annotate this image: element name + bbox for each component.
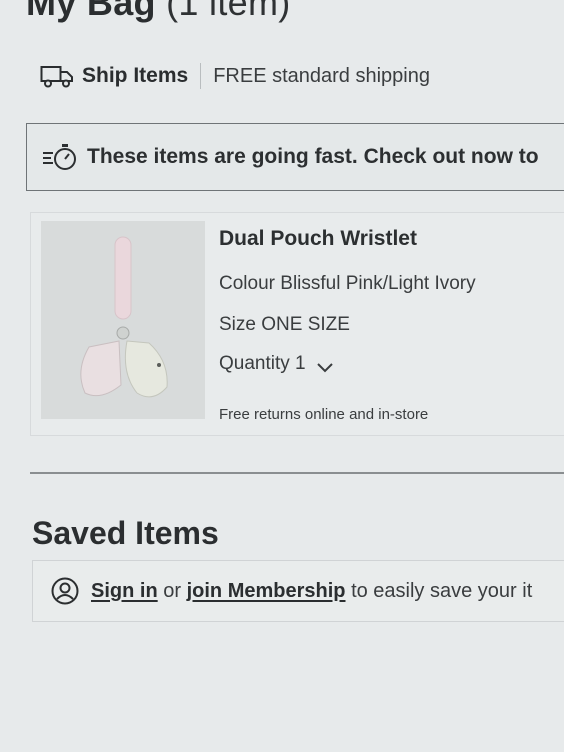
chevron-down-icon[interactable] (316, 358, 334, 373)
quantity-value: 1 (295, 353, 306, 374)
product-size: Size ONE SIZE (219, 314, 350, 336)
truck-icon (40, 64, 74, 88)
page-title: My Bag (1 item) (26, 0, 291, 24)
ship-items-row: Ship Items FREE standard shipping (40, 60, 430, 92)
saved-items-signin: Sign in or join Membership to easily sav… (32, 560, 564, 622)
ship-items-label[interactable]: Ship Items (82, 64, 188, 88)
join-membership-link[interactable]: join Membership (187, 580, 346, 602)
quantity-label: Quantity (219, 353, 290, 374)
colour-value: Blissful Pink/Light Ivory (280, 273, 476, 294)
returns-note: Free returns online and in-store (219, 406, 429, 423)
saved-items-title: Saved Items (32, 515, 219, 551)
signin-suffix: to easily save your it (351, 579, 533, 602)
promo-text: These items are going fast. Check out no… (87, 145, 539, 168)
product-colour: Colour Blissful Pink/Light Ivory (219, 273, 476, 295)
shipping-info: FREE standard shipping (213, 64, 430, 87)
timer-icon (41, 140, 79, 174)
bag-item-card: Dual Pouch Wristlet Colour Blissful Pink… (30, 212, 564, 436)
size-value: ONE SIZE (261, 314, 350, 335)
sign-in-link[interactable]: Sign in (91, 580, 158, 602)
bag-title: My Bag (26, 0, 156, 23)
colour-label: Colour (219, 273, 275, 294)
promo-banner: These items are going fast. Check out no… (26, 123, 564, 191)
ship-separator (200, 63, 202, 89)
signin-message: Sign in or join Membership to easily sav… (91, 580, 532, 603)
product-image[interactable] (41, 221, 205, 419)
bag-item-count: (1 item) (166, 0, 291, 23)
product-name[interactable]: Dual Pouch Wristlet (219, 227, 417, 251)
section-divider (30, 472, 564, 474)
size-label: Size (219, 314, 256, 335)
quantity-selector[interactable]: Quantity 1 (219, 353, 334, 375)
or-text: or (163, 579, 182, 602)
person-icon (51, 577, 79, 605)
